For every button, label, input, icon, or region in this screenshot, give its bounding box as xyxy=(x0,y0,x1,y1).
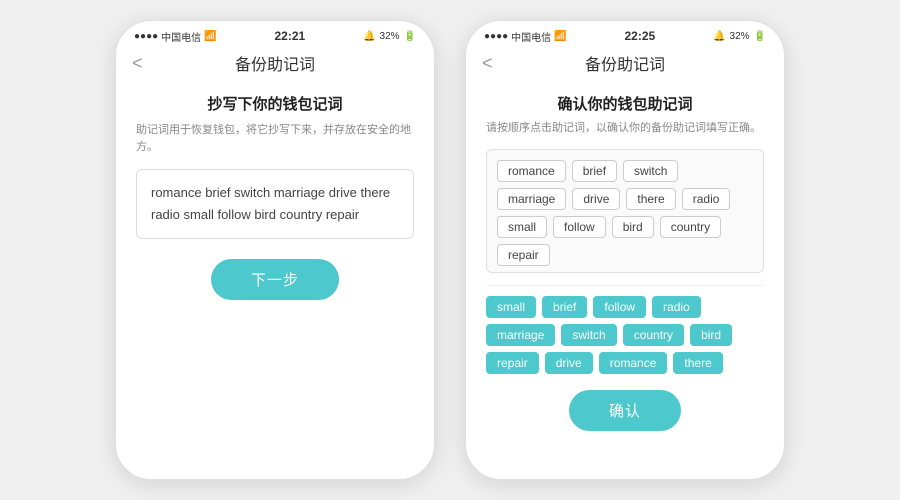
selected-word-tag[interactable]: drive xyxy=(572,188,620,210)
nav-bar-1: < 备份助记词 xyxy=(116,47,434,83)
selected-word-tag[interactable]: there xyxy=(626,188,675,210)
back-button-1[interactable]: < xyxy=(132,53,143,74)
wifi-icon-2: 📶 xyxy=(554,31,566,42)
confirm-title: 确认你的钱包助记词 xyxy=(486,93,764,114)
screen-content-1: 抄写下你的钱包记词 助记词用于恢复钱包，将它抄写下来，并存放在安全的地方。 ro… xyxy=(116,83,434,479)
volume-icon-2: 🔔 xyxy=(713,31,725,42)
volume-icon-1: 🔔 xyxy=(363,31,375,42)
selected-word-tag[interactable]: bird xyxy=(612,216,654,238)
selected-word-tag[interactable]: repair xyxy=(497,244,550,266)
carrier-label-1: 中国电信 xyxy=(161,29,201,44)
signal-icon-2: ●●●● xyxy=(484,31,508,42)
pool-word-tag[interactable]: small xyxy=(486,296,536,318)
next-button[interactable]: 下一步 xyxy=(211,259,339,300)
pool-word-tag[interactable]: marriage xyxy=(486,324,555,346)
phone-2: ●●●● 中国电信 📶 22:25 🔔 32% 🔋 < 备份助记词 确认你的钱包… xyxy=(465,20,785,480)
status-left-2: ●●●● 中国电信 📶 xyxy=(484,29,567,44)
carrier-label-2: 中国电信 xyxy=(511,29,551,44)
status-right-1: 🔔 32% 🔋 xyxy=(363,31,416,42)
status-bar-1: ●●●● 中国电信 📶 22:21 🔔 32% 🔋 xyxy=(116,21,434,47)
status-left-1: ●●●● 中国电信 📶 xyxy=(134,29,217,44)
mnemonic-box: romance brief switch marriage drive ther… xyxy=(136,169,414,239)
pool-word-tag[interactable]: repair xyxy=(486,352,539,374)
selected-word-tag[interactable]: switch xyxy=(623,160,678,182)
battery-icon-1: 🔋 xyxy=(404,31,416,42)
main-title-1: 抄写下你的钱包记词 xyxy=(136,93,414,114)
sub-text-1: 助记词用于恢复钱包，将它抄写下来，并存放在安全的地方。 xyxy=(136,122,414,155)
status-bar-2: ●●●● 中国电信 📶 22:25 🔔 32% 🔋 xyxy=(466,21,784,47)
phone-1: ●●●● 中国电信 📶 22:21 🔔 32% 🔋 < 备份助记词 抄写下你的钱… xyxy=(115,20,435,480)
selected-word-tag[interactable]: brief xyxy=(572,160,617,182)
pool-word-tag[interactable]: romance xyxy=(599,352,668,374)
pool-word-tag[interactable]: switch xyxy=(561,324,616,346)
status-right-2: 🔔 32% 🔋 xyxy=(713,31,766,42)
signal-icon: ●●●● xyxy=(134,31,158,42)
selected-word-tag[interactable]: radio xyxy=(682,188,731,210)
time-1: 22:21 xyxy=(275,29,306,43)
battery-icon-2: 🔋 xyxy=(754,31,766,42)
pool-word-tag[interactable]: radio xyxy=(652,296,701,318)
phones-container: ●●●● 中国电信 📶 22:21 🔔 32% 🔋 < 备份助记词 抄写下你的钱… xyxy=(95,0,805,500)
divider xyxy=(486,285,764,286)
pool-word-tag[interactable]: there xyxy=(673,352,722,374)
wifi-icon-1: 📶 xyxy=(204,31,216,42)
confirm-button[interactable]: 确认 xyxy=(569,390,681,431)
pool-word-tag[interactable]: follow xyxy=(593,296,646,318)
word-pool: small brief follow radio marriage switch count… xyxy=(486,296,764,374)
selected-word-tag[interactable]: country xyxy=(660,216,721,238)
nav-title-1: 备份助记词 xyxy=(235,51,315,75)
pool-word-tag[interactable]: country xyxy=(623,324,684,346)
nav-bar-2: < 备份助记词 xyxy=(466,47,784,83)
selected-word-tag[interactable]: romance xyxy=(497,160,566,182)
screen-content-2: 确认你的钱包助记词 请按顺序点击助记词，以确认你的备份助记词填写正确。 roma… xyxy=(466,83,784,479)
time-2: 22:25 xyxy=(625,29,656,43)
word-selection-area: romance brief switch marriage drive there radi… xyxy=(486,149,764,273)
selected-word-tag[interactable]: follow xyxy=(553,216,606,238)
confirm-sub: 请按顺序点击助记词，以确认你的备份助记词填写正确。 xyxy=(486,120,764,137)
back-button-2[interactable]: < xyxy=(482,53,493,74)
selected-word-tag[interactable]: small xyxy=(497,216,547,238)
battery-pct-2: 32% xyxy=(730,31,750,42)
pool-word-tag[interactable]: brief xyxy=(542,296,587,318)
pool-word-tag[interactable]: drive xyxy=(545,352,593,374)
pool-word-tag[interactable]: bird xyxy=(690,324,732,346)
battery-pct-1: 32% xyxy=(380,31,400,42)
nav-title-2: 备份助记词 xyxy=(585,51,665,75)
selected-word-tag[interactable]: marriage xyxy=(497,188,566,210)
